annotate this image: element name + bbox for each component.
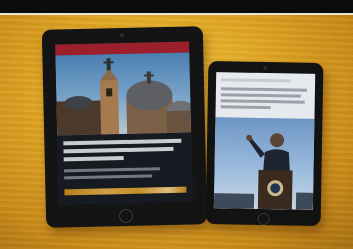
headline-text-line [220, 93, 301, 98]
right-building [166, 110, 192, 134]
photograph [0, 0, 353, 249]
large-tablet-screen [55, 41, 193, 205]
small-tablet-screen [213, 72, 316, 210]
crowd [295, 192, 314, 210]
tower-window [106, 88, 113, 97]
small-tablet [205, 61, 324, 226]
speaker-at-podium-photo [213, 133, 314, 210]
raised-arm [248, 137, 265, 158]
bell-tower [99, 80, 120, 135]
app-header-line [221, 78, 292, 83]
dome-cross-bar [143, 74, 154, 77]
tower-cross-bar [103, 61, 114, 64]
home-button [118, 208, 134, 224]
speaker-head [270, 133, 285, 148]
top-black-bar [0, 0, 353, 13]
front-camera-icon [119, 32, 124, 38]
headline-text-line [220, 105, 271, 110]
home-button [257, 212, 270, 226]
front-camera-icon [263, 65, 268, 71]
tower-cross [106, 58, 111, 71]
headline-text-line [220, 87, 307, 92]
crowd [213, 193, 255, 209]
large-tablet [41, 26, 208, 228]
dome-cross [146, 71, 152, 84]
headline-text-line [220, 99, 305, 104]
church-domes-photo [56, 58, 192, 136]
